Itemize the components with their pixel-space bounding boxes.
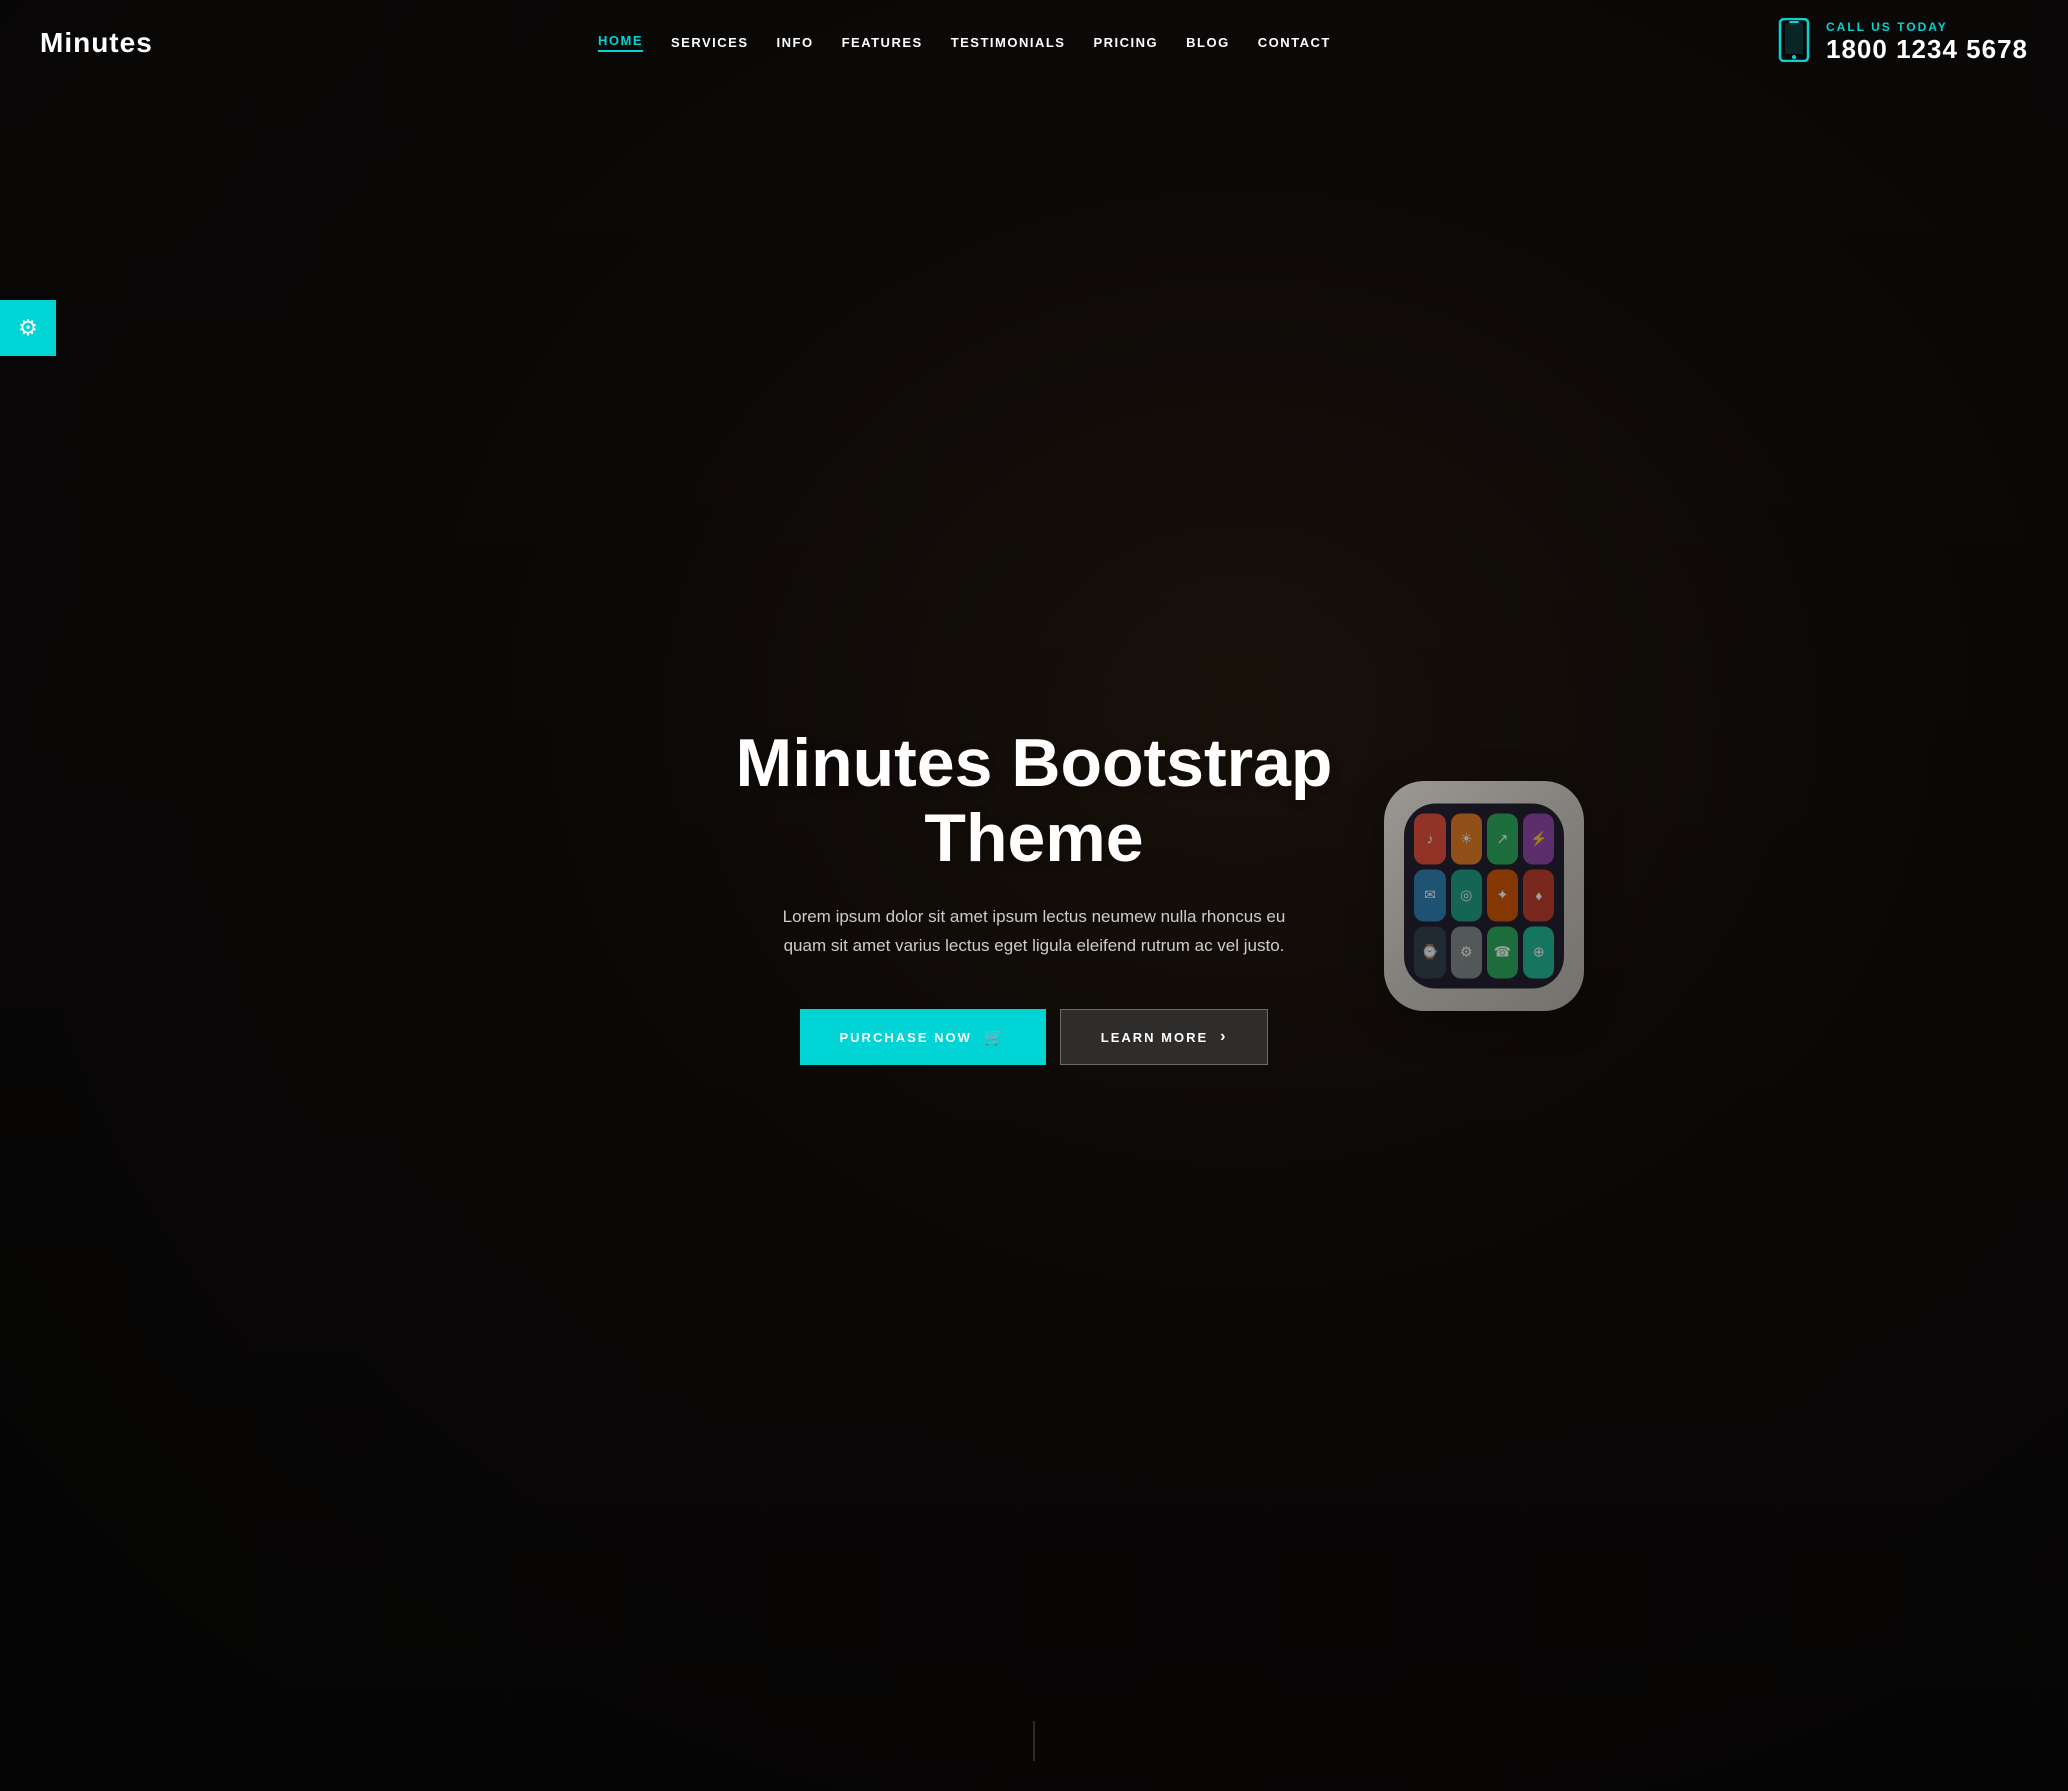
nav-item-services[interactable]: SERVICES <box>671 35 749 50</box>
contact-info: CALL US TODAY 1800 1234 5678 <box>1826 20 2028 65</box>
settings-button[interactable]: ⚙ <box>0 300 56 356</box>
learn-more-button[interactable]: LEARN MORE › <box>1060 1009 1269 1065</box>
gear-icon: ⚙ <box>18 315 38 341</box>
nav-item-features[interactable]: FEATURES <box>842 35 923 50</box>
hero-buttons: PURCHASE NOW 🛒 LEARN MORE › <box>694 1009 1374 1065</box>
nav-item-pricing[interactable]: PRICING <box>1093 35 1158 50</box>
nav-item-home[interactable]: HOME <box>598 33 643 52</box>
scroll-line <box>1034 1721 1035 1761</box>
main-nav: HOME SERVICES INFO FEATURES TESTIMONIALS… <box>598 33 1331 52</box>
learn-more-label: LEARN MORE <box>1101 1030 1208 1045</box>
hero-section: ♪☀↗⚡✉◎✦♦⌚⚙☎⊕ Minutes Bootstrap Theme Lor… <box>0 0 2068 1791</box>
nav-item-blog[interactable]: BLOG <box>1186 35 1230 50</box>
call-us-label: CALL US TODAY <box>1826 20 2028 34</box>
cart-icon: 🛒 <box>984 1027 1006 1047</box>
nav-item-testimonials[interactable]: TESTIMONIALS <box>951 35 1066 50</box>
purchase-label: PURCHASE NOW <box>840 1030 972 1045</box>
header-contact: CALL US TODAY 1800 1234 5678 <box>1776 18 2028 67</box>
header: Minutes HOME SERVICES INFO FEATURES TEST… <box>0 0 2068 85</box>
phone-number: 1800 1234 5678 <box>1826 34 2028 65</box>
logo[interactable]: Minutes <box>40 27 153 59</box>
nav-item-info[interactable]: INFO <box>777 35 814 50</box>
hero-content: Minutes Bootstrap Theme Lorem ipsum dolo… <box>674 726 1394 1065</box>
phone-icon <box>1776 18 1812 67</box>
nav-item-contact[interactable]: CONTACT <box>1258 35 1331 50</box>
scroll-indicator <box>1034 1721 1035 1761</box>
chevron-right-icon: › <box>1220 1028 1227 1046</box>
hero-title: Minutes Bootstrap Theme <box>694 726 1374 876</box>
purchase-now-button[interactable]: PURCHASE NOW 🛒 <box>800 1009 1046 1065</box>
hero-description: Lorem ipsum dolor sit amet ipsum lectus … <box>764 903 1304 961</box>
